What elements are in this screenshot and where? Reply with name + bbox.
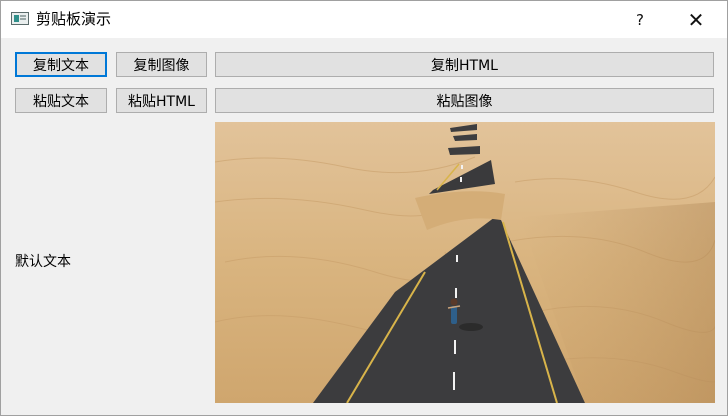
- clipboard-text-label: 默认文本: [15, 254, 71, 270]
- desert-road-photo: [215, 122, 715, 403]
- main-window: 剪贴板演示 ? ✕ 复制文本 复制图像 复制HTML 粘贴文本 粘贴HTML 粘…: [0, 0, 728, 416]
- clipboard-image: [215, 122, 715, 403]
- paste-image-button[interactable]: 粘贴图像: [215, 88, 714, 113]
- app-icon: [11, 12, 29, 25]
- paste-text-button[interactable]: 粘贴文本: [15, 88, 107, 113]
- copy-text-button[interactable]: 复制文本: [15, 52, 107, 77]
- close-icon: ✕: [687, 7, 705, 32]
- copy-image-button[interactable]: 复制图像: [116, 52, 207, 77]
- close-button[interactable]: ✕: [673, 1, 719, 38]
- window-title: 剪贴板演示: [36, 10, 112, 28]
- title-bar[interactable]: 剪贴板演示 ? ✕: [1, 1, 727, 38]
- help-button[interactable]: ?: [617, 1, 663, 38]
- paste-html-button[interactable]: 粘贴HTML: [116, 88, 207, 113]
- help-icon: ?: [636, 10, 644, 29]
- copy-html-button[interactable]: 复制HTML: [215, 52, 714, 77]
